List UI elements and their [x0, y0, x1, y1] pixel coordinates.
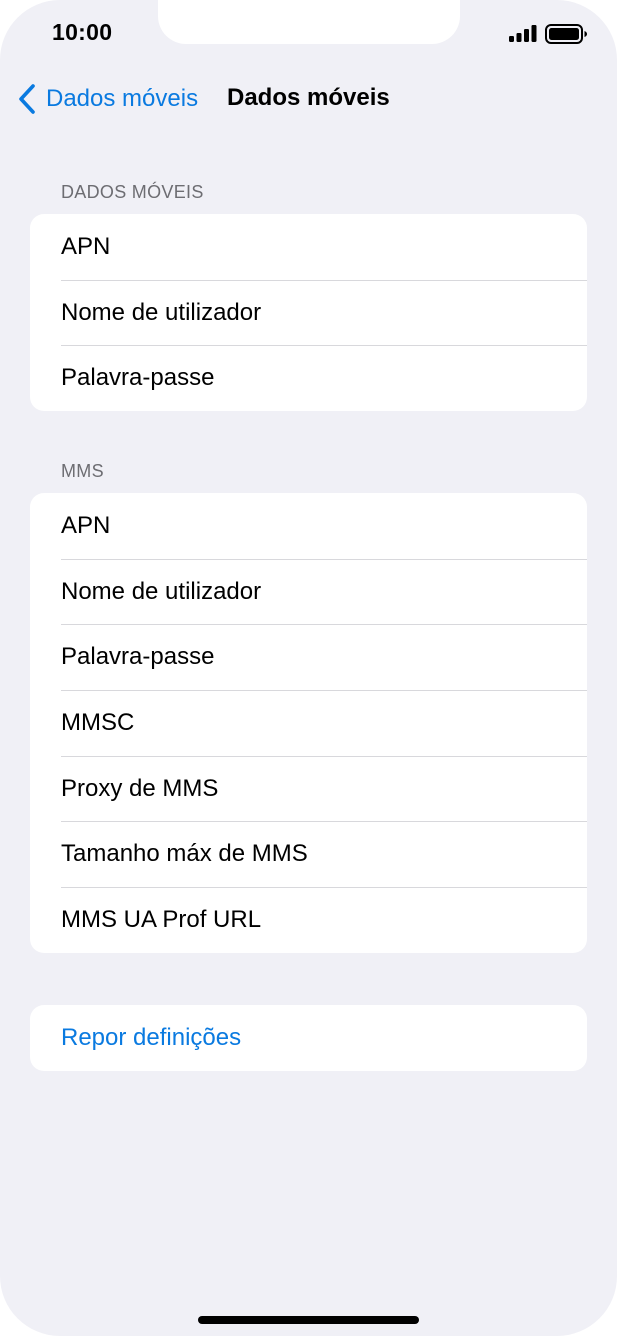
row-mms-apn[interactable]: APN [30, 493, 587, 559]
mobile-data-group: APN Nome de utilizador Palavra-passe [30, 214, 587, 412]
row-username[interactable]: Nome de utilizador [30, 279, 587, 346]
back-button[interactable]: Dados móveis [18, 82, 198, 116]
home-indicator[interactable] [198, 1316, 419, 1324]
section-header-mobile-data: DADOS MÓVEIS [61, 182, 204, 202]
reset-group: Repor definições [30, 1005, 587, 1071]
row-mms-proxy[interactable]: Proxy de MMS [30, 755, 587, 822]
notch [158, 0, 460, 44]
back-button-label: Dados móveis [46, 85, 199, 112]
cellular-signal-icon [509, 25, 537, 42]
status-time: 10:00 [52, 19, 113, 45]
row-mms-ua-prof-url[interactable]: MMS UA Prof URL [30, 887, 587, 953]
row-password[interactable]: Palavra-passe [30, 345, 587, 411]
section-header-mms: MMS [61, 461, 104, 481]
row-mms-password[interactable]: Palavra-passe [30, 624, 587, 690]
page-title: Dados móveis [227, 84, 390, 111]
reset-settings-button[interactable]: Repor definições [30, 1005, 587, 1071]
row-mmsc[interactable]: MMSC [30, 690, 587, 756]
battery-icon [545, 24, 587, 44]
row-mms-username[interactable]: Nome de utilizador [30, 558, 587, 625]
mms-group: APN Nome de utilizador Palavra-passe MMS… [30, 493, 587, 953]
row-mms-max-size[interactable]: Tamanho máx de MMS [30, 821, 587, 887]
chevron-left-icon [19, 84, 35, 114]
row-apn[interactable]: APN [30, 214, 587, 280]
phone-screen: 10:00 Dados móveis Dados móveis DADOS MÓ… [0, 0, 617, 1336]
